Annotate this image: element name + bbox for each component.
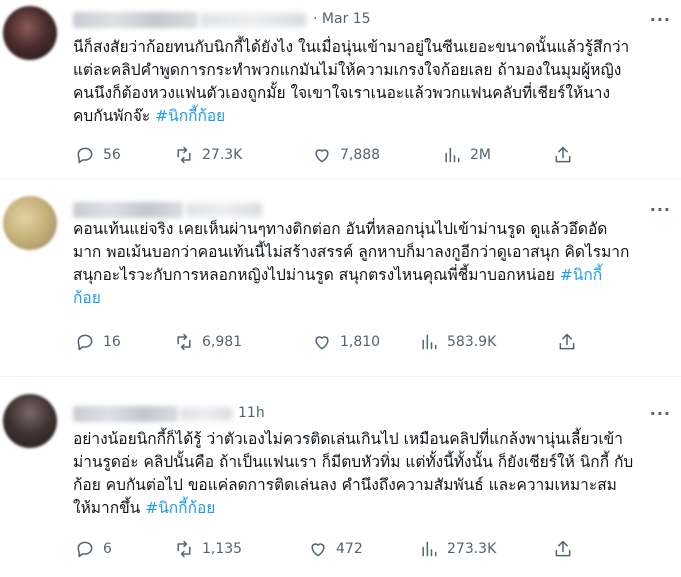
tweet-3[interactable]: 11h ··· อย่างน้อยนิกกี้ก็ได้รู้ ว่าตัวเอ…	[0, 388, 681, 577]
share-button[interactable]	[553, 539, 573, 559]
repost-count: 6,981	[202, 334, 243, 350]
views-count: 2M	[470, 147, 491, 163]
like-button[interactable]: 472	[308, 539, 363, 559]
views-count: 273.3K	[447, 541, 497, 557]
avatar[interactable]	[3, 196, 57, 250]
reply-button[interactable]: 6	[75, 539, 112, 559]
views-icon	[445, 147, 460, 163]
repost-icon	[177, 333, 191, 351]
more-icon[interactable]: ···	[650, 404, 671, 423]
divider	[0, 376, 681, 377]
views-icon	[422, 541, 437, 557]
tweet-text: คอนเท้นแย่จริง เคยเห็นผ่านๆทางติกต่อก อั…	[73, 220, 630, 307]
share-icon	[559, 333, 575, 350]
tweet-1[interactable]: · Mar 15 ··· นีก็สงสัยว่าก้อยทนกับนิกกี้…	[0, 0, 681, 176]
timestamp[interactable]: · Mar 15	[313, 11, 371, 27]
more-icon[interactable]: ···	[650, 200, 671, 219]
share-button[interactable]	[553, 145, 573, 165]
handle-blurred[interactable]	[186, 203, 262, 217]
tweet-text: นีก็สงสัยว่าก้อยทนกับนิกกี้ได้ยังไง ในเม…	[73, 38, 630, 125]
views-button[interactable]: 2M	[442, 145, 491, 165]
like-count: 7,888	[340, 147, 381, 163]
tweet-2[interactable]: ··· คอนเท้นแย่จริง เคยเห็นผ่านๆทางติกต่อ…	[0, 190, 681, 368]
timestamp[interactable]: 11h	[238, 405, 265, 421]
like-button[interactable]: 7,888	[312, 145, 380, 165]
like-count: 1,810	[340, 334, 381, 350]
reply-icon	[77, 334, 93, 351]
tweet-actions: 6 1,135 472 273.3K	[73, 539, 593, 563]
reply-icon	[77, 541, 93, 558]
repost-button[interactable]: 6,981	[174, 332, 242, 352]
divider	[0, 178, 681, 179]
display-name-blurred[interactable]	[73, 406, 178, 422]
display-name-blurred[interactable]	[73, 12, 198, 28]
repost-button[interactable]: 1,135	[174, 539, 242, 559]
views-button[interactable]: 583.9K	[419, 332, 496, 352]
display-name-blurred[interactable]	[73, 202, 183, 218]
repost-button[interactable]: 27.3K	[174, 145, 242, 165]
handle-blurred[interactable]	[200, 13, 306, 27]
avatar[interactable]	[3, 6, 57, 60]
share-icon	[555, 540, 571, 557]
repost-count: 1,135	[202, 541, 243, 557]
reply-count: 56	[103, 147, 121, 163]
handle-blurred[interactable]	[180, 407, 232, 421]
tweet-actions: 16 6,981 1,810 583.9K	[73, 332, 593, 356]
views-icon	[422, 334, 437, 350]
more-icon[interactable]: ···	[650, 10, 671, 29]
views-count: 583.9K	[447, 334, 497, 350]
repost-icon	[177, 540, 191, 558]
like-icon	[315, 149, 329, 163]
views-button[interactable]: 273.3K	[419, 539, 496, 559]
share-button[interactable]	[557, 332, 577, 352]
reply-button[interactable]: 16	[75, 332, 121, 352]
tweet-actions: 56 27.3K 7,888 2M	[73, 145, 593, 169]
like-button[interactable]: 1,810	[312, 332, 380, 352]
avatar[interactable]	[3, 394, 57, 448]
hashtag-link[interactable]: #นิกกี้ก้อย	[155, 107, 225, 125]
reply-button[interactable]: 56	[75, 145, 121, 165]
like-icon	[311, 543, 325, 557]
reply-icon	[77, 147, 93, 164]
like-count: 472	[336, 541, 363, 557]
repost-icon	[177, 146, 191, 164]
share-icon	[555, 146, 571, 163]
reply-count: 16	[103, 334, 121, 350]
reply-count: 6	[103, 541, 112, 557]
hashtag-link[interactable]: #นิกกี้ก้อย	[145, 499, 215, 517]
repost-count: 27.3K	[202, 147, 243, 163]
tweet-text: อย่างน้อยนิกกี้ก็ได้รู้ ว่าตัวเองไม่ควรต…	[73, 430, 634, 517]
like-icon	[315, 336, 329, 350]
